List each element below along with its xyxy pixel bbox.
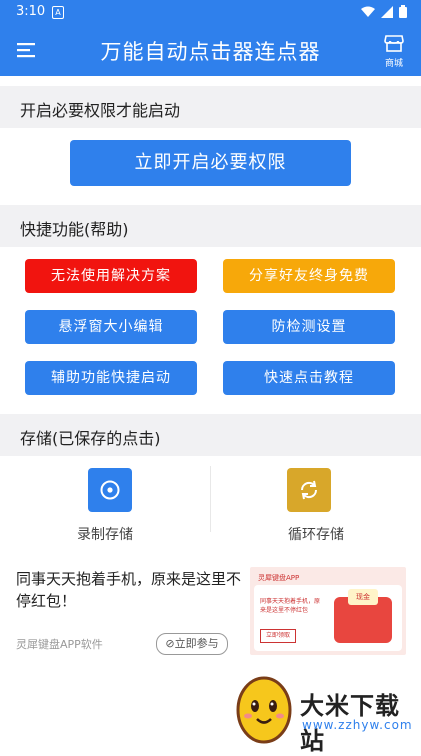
ad-image[interactable]: 灵犀键盘APP 同事天天抱着手机，原来是这里不停红包 立即领取 现金: [250, 567, 406, 655]
loop-storage-label: 循环存储: [288, 527, 344, 543]
mascot-logo: [236, 676, 292, 744]
quick-button-float-size[interactable]: 悬浮窗大小编辑: [25, 310, 197, 344]
ad-image-text: 同事天天抱着手机，原来是这里不停红包: [260, 598, 321, 614]
quick-button-accessibility[interactable]: 辅助功能快捷启动: [25, 361, 197, 395]
quick-header: 快捷功能(帮助): [0, 205, 421, 247]
loop-storage-item[interactable]: 循环存储: [211, 462, 421, 543]
status-time: 3:10: [16, 4, 46, 19]
system-icons: [361, 5, 407, 18]
mall-label: 商城: [384, 59, 403, 69]
ad-image-header: 灵犀键盘APP: [258, 574, 300, 582]
red-envelope-label: 现金: [348, 589, 378, 605]
record-icon: [88, 468, 132, 512]
record-storage-item[interactable]: 录制存储: [0, 462, 210, 543]
ad-image-button: 立即领取: [260, 629, 296, 643]
permissions-heading: 开启必要权限才能启动: [20, 101, 181, 120]
signal-icon: [381, 5, 393, 18]
storage-heading: 存储(已保存的点击): [20, 429, 161, 448]
ad-join-label: 立即参与: [174, 637, 219, 650]
link-icon: ⊘: [165, 637, 175, 650]
quick-button-share[interactable]: 分享好友终身免费: [223, 259, 395, 293]
loop-icon: [287, 468, 331, 512]
mall-button[interactable]: 商城: [379, 32, 409, 69]
storage-header: 存储(已保存的点击): [0, 414, 421, 456]
watermark: 大米下载站 www.zzhyw.com: [222, 662, 421, 755]
ad-join-button[interactable]: ⊘立即参与: [156, 633, 228, 655]
ad-source: 灵犀键盘APP软件: [16, 638, 103, 651]
ad-text[interactable]: 同事天天抱着手机，原来是这里不停红包！: [16, 568, 244, 612]
record-storage-label: 录制存储: [77, 527, 133, 543]
quick-button-tutorial[interactable]: 快速点击教程: [223, 361, 395, 395]
watermark-url: www.zzhyw.com: [302, 718, 413, 732]
battery-icon: [399, 5, 407, 18]
quick-heading: 快捷功能(帮助): [20, 220, 129, 239]
app-bar: 万能自动点击器连点器 商城: [0, 24, 421, 76]
permissions-header: 开启必要权限才能启动: [0, 86, 421, 128]
enable-permissions-button[interactable]: 立即开启必要权限: [70, 140, 351, 186]
status-bar: 3:10 A: [0, 0, 421, 24]
wifi-icon: [361, 6, 375, 17]
store-icon: [384, 35, 404, 52]
quick-button-troubleshoot[interactable]: 无法使用解决方案: [25, 259, 197, 293]
quick-button-anti-detect[interactable]: 防检测设置: [223, 310, 395, 344]
notification-icon: A: [52, 6, 64, 19]
app-title: 万能自动点击器连点器: [100, 40, 321, 64]
